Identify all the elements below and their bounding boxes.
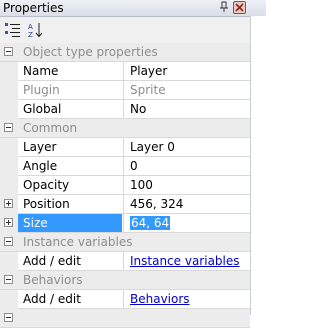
category-label: Common [23, 121, 78, 135]
property-row-layer[interactable]: Layer Layer 0 [0, 138, 250, 157]
category-label: Object type properties [23, 45, 158, 59]
property-name: Add / edit [23, 292, 81, 306]
pin-icon[interactable] [218, 1, 230, 14]
categorized-view-icon[interactable] [4, 21, 22, 39]
collapse-icon[interactable] [4, 47, 13, 56]
property-name: Opacity [23, 178, 70, 192]
property-row-instance-variables[interactable]: Add / edit Instance variables [0, 252, 250, 271]
property-grid: Object type properties Name Player Plugi… [0, 43, 250, 328]
property-name: Angle [23, 159, 58, 173]
category-object-type[interactable]: Object type properties [0, 43, 250, 62]
collapse-icon[interactable] [4, 123, 13, 132]
behaviors-link[interactable]: Behaviors [130, 292, 190, 306]
close-icon[interactable] [233, 1, 246, 14]
property-value: Instance variables [123, 252, 250, 270]
collapse-icon [4, 313, 13, 322]
panel-edge [250, 16, 267, 315]
instance-variables-link[interactable]: Instance variables [130, 254, 240, 268]
property-row-behaviors[interactable]: Add / edit Behaviors [0, 290, 250, 309]
property-value[interactable]: Layer 0 [123, 138, 250, 156]
panel-title: Properties [3, 1, 64, 15]
property-row-opacity[interactable]: Opacity 100 [0, 176, 250, 195]
panel-title-bar: Properties [0, 0, 266, 17]
expand-icon[interactable] [4, 218, 13, 227]
category-label: Instance variables [23, 235, 133, 249]
collapse-icon[interactable] [4, 237, 13, 246]
property-name: Add / edit [23, 254, 81, 268]
property-value[interactable]: 456, 324 [123, 195, 250, 213]
category-common[interactable]: Common [0, 119, 250, 138]
property-value[interactable]: 0 [123, 157, 250, 175]
property-value[interactable]: No [123, 100, 250, 118]
property-value[interactable]: 100 [123, 176, 250, 194]
property-value[interactable]: Player [123, 62, 250, 80]
category-instance-variables[interactable]: Instance variables [0, 233, 250, 252]
property-name: Name [23, 64, 59, 78]
property-name: Size [18, 214, 122, 232]
svg-text:Z: Z [28, 31, 33, 39]
property-value: Behaviors [123, 290, 250, 308]
category-behaviors[interactable]: Behaviors [0, 271, 250, 290]
expand-icon[interactable] [4, 199, 13, 208]
property-name: Global [23, 102, 62, 116]
property-value-editor[interactable]: 64, 64 [123, 214, 250, 232]
svg-text:A: A [28, 23, 33, 31]
property-row-global[interactable]: Global No [0, 100, 250, 119]
property-value: Sprite [123, 81, 250, 99]
category-partial [0, 309, 250, 328]
property-row-angle[interactable]: Angle 0 [0, 157, 250, 176]
property-row-size[interactable]: Size 64, 64 [0, 214, 250, 233]
alphabetical-sort-icon[interactable]: A Z [27, 21, 45, 39]
property-row-position[interactable]: Position 456, 324 [0, 195, 250, 214]
property-row-plugin: Plugin Sprite [0, 81, 250, 100]
properties-toolbar: A Z [0, 17, 250, 43]
property-row-name[interactable]: Name Player [0, 62, 250, 81]
category-label: Behaviors [23, 273, 83, 287]
property-name: Layer [23, 140, 57, 154]
selected-value-text: 64, 64 [130, 216, 171, 230]
property-name: Plugin [23, 83, 60, 97]
collapse-icon[interactable] [4, 275, 13, 284]
property-name: Position [23, 197, 70, 211]
